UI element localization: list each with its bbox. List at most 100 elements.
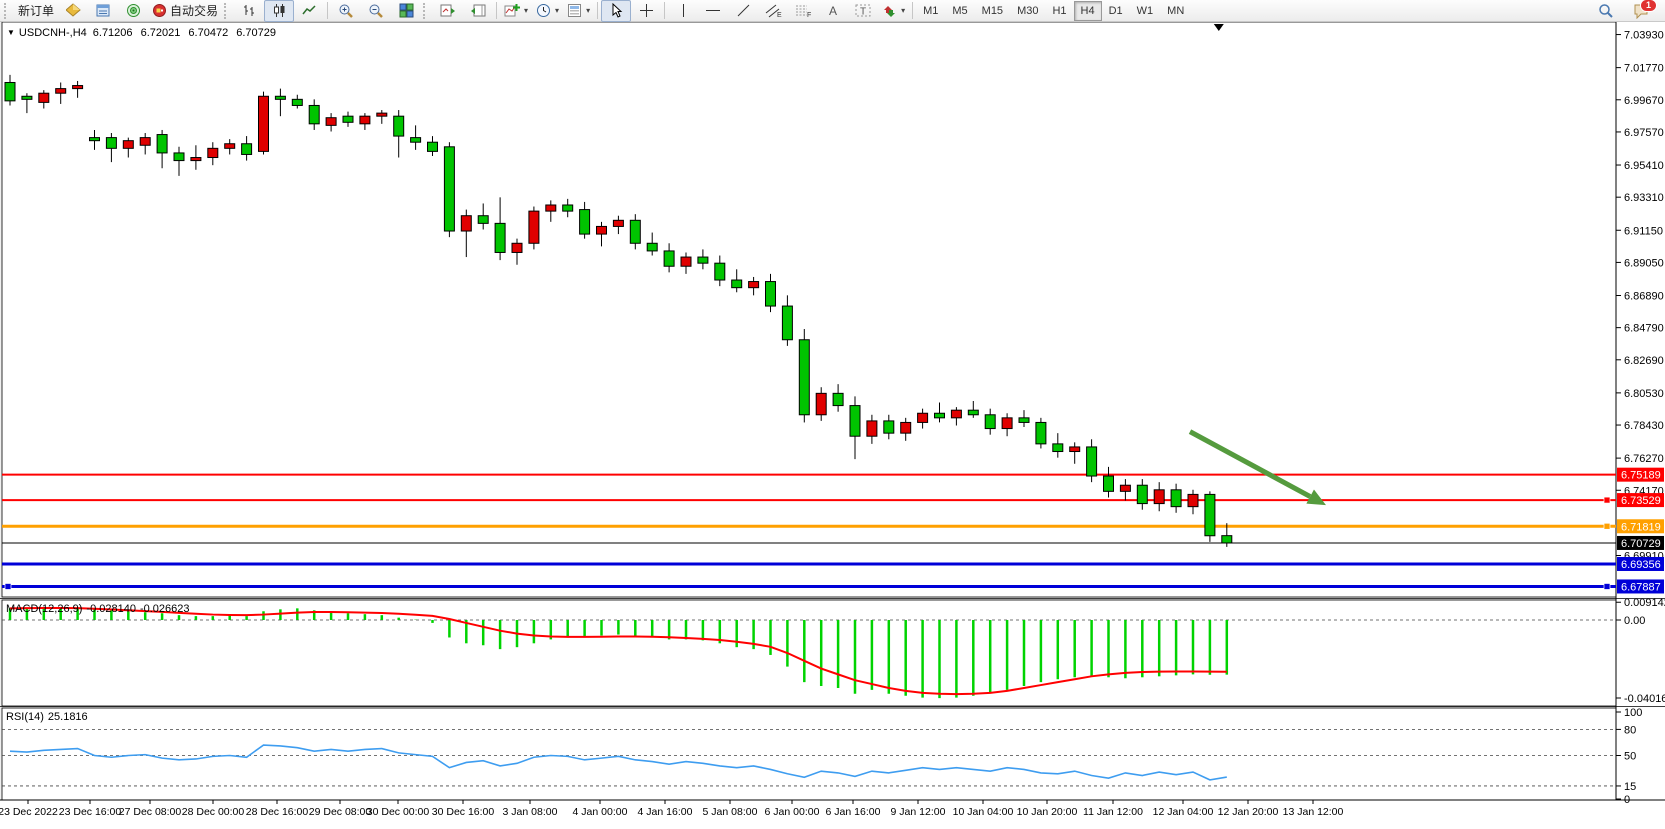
timeframe-m5[interactable]: M5	[945, 1, 974, 21]
line-handle[interactable]	[1604, 523, 1610, 529]
candle[interactable]	[394, 116, 404, 136]
candle[interactable]	[1019, 418, 1029, 423]
candle[interactable]	[935, 413, 945, 418]
line-chart-button[interactable]	[294, 0, 324, 22]
candle[interactable]	[1205, 494, 1215, 535]
candle[interactable]	[428, 142, 438, 151]
timeframe-h1[interactable]: H1	[1045, 1, 1073, 21]
candle[interactable]	[951, 410, 961, 418]
candle[interactable]	[326, 118, 336, 126]
chart-canvas[interactable]: 7.039307.017706.996706.975706.954106.933…	[0, 22, 1665, 829]
candle[interactable]	[106, 138, 116, 149]
candle[interactable]	[816, 393, 826, 414]
candle[interactable]	[580, 210, 590, 235]
candle[interactable]	[867, 421, 877, 436]
timeframe-d1[interactable]: D1	[1102, 1, 1130, 21]
candle[interactable]	[225, 144, 235, 149]
candle[interactable]	[174, 153, 184, 161]
candle[interactable]	[73, 86, 83, 89]
candle[interactable]	[242, 144, 252, 155]
candle[interactable]	[259, 96, 269, 151]
candle[interactable]	[647, 243, 657, 251]
candle[interactable]	[292, 99, 302, 105]
candle[interactable]	[968, 410, 978, 415]
price-pane[interactable]	[2, 22, 1616, 597]
candle[interactable]	[343, 116, 353, 122]
candle[interactable]	[444, 147, 454, 231]
line-handle[interactable]	[1604, 497, 1610, 503]
candle[interactable]	[630, 220, 640, 243]
line-handle[interactable]	[1604, 583, 1610, 589]
candle[interactable]	[698, 257, 708, 263]
candle[interactable]	[208, 148, 218, 157]
candle[interactable]	[901, 422, 911, 433]
candle[interactable]	[309, 105, 319, 123]
text-label-button[interactable]: T	[848, 0, 878, 22]
timeframe-w1[interactable]: W1	[1130, 1, 1161, 21]
candle[interactable]	[411, 138, 421, 143]
chart-area[interactable]: 7.039307.017706.996706.975706.954106.933…	[0, 22, 1665, 829]
candle[interactable]	[985, 415, 995, 429]
candle[interactable]	[850, 406, 860, 437]
navigator-button[interactable]	[118, 0, 148, 22]
candle[interactable]	[1036, 422, 1046, 443]
candle[interactable]	[732, 280, 742, 288]
candle[interactable]	[39, 93, 49, 102]
auto-scroll-button[interactable]	[433, 0, 463, 22]
data-window-button[interactable]	[88, 0, 118, 22]
candle[interactable]	[1070, 447, 1080, 452]
market-watch-button[interactable]	[58, 0, 88, 22]
candle[interactable]	[56, 89, 66, 94]
candle[interactable]	[90, 138, 100, 141]
symbol-dropdown-icon[interactable]: ▼	[7, 28, 15, 38]
candle[interactable]	[22, 96, 32, 99]
candle[interactable]	[140, 138, 150, 146]
candle[interactable]	[546, 205, 556, 211]
candle[interactable]	[664, 251, 674, 266]
candle[interactable]	[1087, 447, 1097, 476]
candlestick-chart-button[interactable]	[264, 0, 294, 22]
candle[interactable]	[613, 220, 623, 226]
horizontal-line-button[interactable]	[698, 0, 728, 22]
timeframe-m30[interactable]: M30	[1010, 1, 1045, 21]
bar-chart-button[interactable]	[234, 0, 264, 22]
toolbar-grip[interactable]	[423, 3, 430, 19]
zoom-in-button[interactable]	[331, 0, 361, 22]
toolbar-grip[interactable]	[224, 3, 231, 19]
arrows-button[interactable]: ▾	[878, 0, 909, 22]
candle[interactable]	[597, 226, 607, 234]
candle[interactable]	[377, 113, 387, 116]
line-handle[interactable]	[5, 583, 11, 589]
templates-button[interactable]: ▾	[563, 0, 594, 22]
candle[interactable]	[495, 223, 505, 252]
candle[interactable]	[275, 96, 285, 99]
candle[interactable]	[782, 306, 792, 340]
equidistant-channel-button[interactable]: E	[758, 0, 788, 22]
candle[interactable]	[1171, 490, 1181, 507]
candle[interactable]	[1002, 418, 1012, 429]
cursor-button[interactable]	[601, 0, 631, 22]
new-order-button[interactable]: 新订单	[14, 0, 58, 22]
chart-shift-button[interactable]	[463, 0, 493, 22]
candle[interactable]	[478, 216, 488, 224]
candle[interactable]	[1053, 444, 1063, 452]
candle[interactable]	[1188, 494, 1198, 506]
candle[interactable]	[1104, 476, 1114, 491]
candle[interactable]	[191, 158, 201, 161]
candle[interactable]	[123, 141, 133, 149]
periods-button[interactable]: ▾	[532, 0, 563, 22]
candle[interactable]	[157, 135, 167, 153]
timeframe-m15[interactable]: M15	[975, 1, 1010, 21]
candle[interactable]	[884, 421, 894, 433]
candle[interactable]	[681, 257, 691, 266]
trendline-button[interactable]	[728, 0, 758, 22]
candle[interactable]	[918, 413, 928, 422]
candle[interactable]	[799, 340, 809, 415]
candle[interactable]	[1222, 536, 1232, 543]
candle[interactable]	[461, 216, 471, 231]
timeframe-m1[interactable]: M1	[916, 1, 945, 21]
candle[interactable]	[512, 243, 522, 252]
candle[interactable]	[5, 82, 15, 100]
toolbar-grip[interactable]	[4, 3, 11, 19]
candle[interactable]	[833, 393, 843, 405]
